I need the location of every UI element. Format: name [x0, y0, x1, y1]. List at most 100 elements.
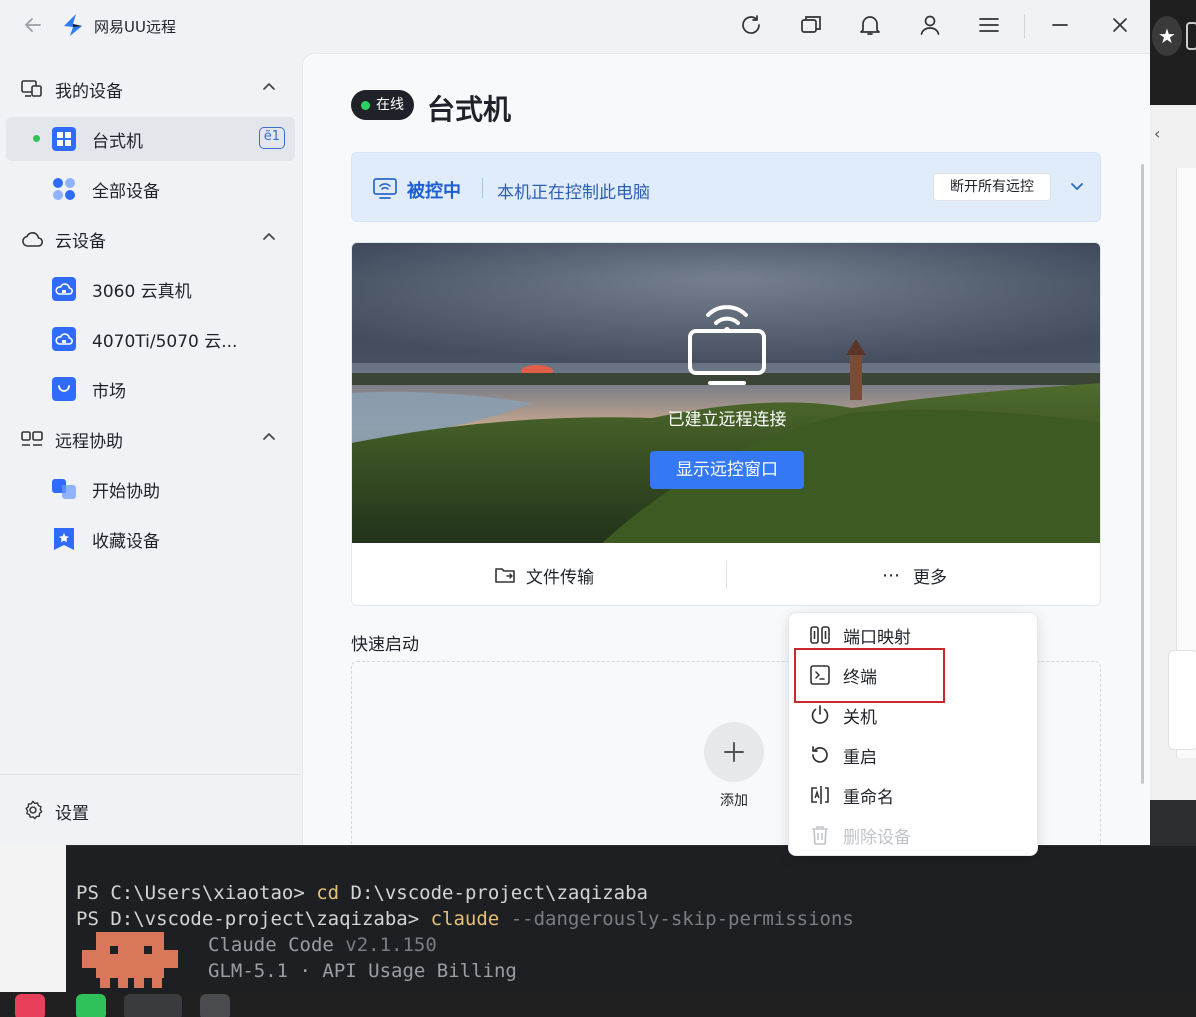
port-mapping-icon	[810, 626, 830, 644]
actions-separator	[726, 561, 727, 589]
sidebar-group-label: 远程协助	[55, 431, 123, 452]
menu-icon[interactable]	[976, 12, 1002, 38]
folder-transfer-icon	[495, 568, 515, 583]
sidebar-item-market[interactable]: 市场	[6, 367, 295, 411]
sidebar-item-label: 市场	[92, 381, 126, 402]
chevron-up-icon[interactable]	[261, 429, 277, 445]
file-transfer-button[interactable]: 文件传输	[494, 543, 594, 605]
browser-extension-icon[interactable]	[1186, 22, 1196, 50]
sidebar-item-label: 全部设备	[92, 181, 160, 202]
bell-icon[interactable]	[857, 12, 883, 38]
gear-icon	[25, 800, 43, 820]
menu-item-rename[interactable]: 重命名	[793, 775, 1035, 815]
more-label: 更多	[913, 567, 947, 588]
sidebar-group-cloud-devices[interactable]: 云设备	[6, 217, 295, 261]
chevron-down-icon[interactable]	[1068, 177, 1086, 195]
sidebar-divider	[0, 774, 300, 775]
show-remote-window-button[interactable]: 显示远控窗口	[650, 451, 804, 489]
remote-connected-icon	[688, 305, 766, 385]
restart-icon	[812, 746, 828, 763]
star-icon[interactable]: ★	[1152, 16, 1182, 56]
refresh-icon[interactable]	[738, 12, 764, 38]
menu-item-label: 重启	[843, 747, 877, 768]
minimize-icon[interactable]	[1047, 12, 1073, 38]
ellipsis-icon: ⋯	[882, 564, 901, 586]
close-icon[interactable]	[1107, 12, 1133, 38]
controlled-banner: 被控中 本机正在控制此电脑 断开所有远控	[351, 152, 1101, 222]
user-icon[interactable]	[917, 12, 943, 38]
terminal-output: PS C:\Users\xiaotao> cd D:\vscode-projec…	[76, 882, 854, 982]
all-devices-icon	[53, 178, 75, 200]
titlebar-separator	[1024, 14, 1025, 38]
sidebar-item-4070ti-cloud[interactable]: 4070Ti/5070 云...	[6, 317, 295, 361]
assist-icon	[52, 479, 76, 499]
sidebar-item-label: 开始协助	[92, 481, 160, 502]
claude-mascot-icon	[82, 932, 178, 988]
background-browser-window: ★ ‹	[1150, 0, 1196, 800]
controlled-title: 被控中	[407, 181, 461, 202]
sidebar-item-desktop[interactable]: 台式机 ẽ1	[6, 117, 295, 161]
uu-remote-taskbar-icon[interactable]	[124, 994, 182, 1017]
sidebar-group-label: 我的设备	[55, 81, 123, 102]
browser-card	[1168, 650, 1196, 750]
remote-preview-card: 已建立远程连接 显示远控窗口 文件传输 ⋯ 更多	[351, 242, 1101, 606]
online-dot	[361, 100, 370, 110]
trash-icon	[812, 826, 828, 845]
wechat-icon[interactable]	[76, 994, 106, 1017]
windows-icon	[52, 127, 76, 151]
status-badge: 在线	[351, 90, 414, 120]
sidebar-item-3060-cloud[interactable]: 3060 云真机	[6, 267, 295, 311]
title-bar: 网易UU远程	[0, 0, 1150, 53]
menu-item-label: 删除设备	[843, 827, 911, 848]
bookmark-star-icon	[54, 528, 74, 550]
chevron-left-icon[interactable]: ‹	[1154, 124, 1160, 143]
connection-status-text: 已建立远程连接	[667, 410, 787, 430]
menu-item-label: 关机	[843, 707, 877, 728]
menu-item-label: 端口映射	[843, 627, 911, 648]
sidebar-item-label: 3060 云真机	[92, 281, 192, 302]
quick-start-label: 快速启动	[351, 635, 419, 655]
disconnect-all-button[interactable]: 断开所有远控	[933, 173, 1051, 201]
settings-label: 设置	[55, 803, 89, 824]
sidebar-item-favorites[interactable]: 收藏设备	[6, 517, 295, 561]
menu-item-restart[interactable]: 重启	[793, 735, 1035, 775]
chevron-up-icon[interactable]	[261, 229, 277, 245]
menu-item-label: 重命名	[843, 787, 894, 808]
file-transfer-label: 文件传输	[526, 567, 594, 588]
page-title: 台式机	[427, 93, 512, 126]
uu-logo-icon	[64, 14, 82, 36]
remote-assist-icon	[21, 431, 43, 446]
status-text: 在线	[376, 97, 404, 113]
main-scrollbar[interactable]	[1141, 164, 1144, 784]
sidebar-group-my-devices[interactable]: 我的设备	[6, 67, 295, 111]
more-button[interactable]: ⋯ 更多	[882, 543, 947, 605]
multi-window-icon[interactable]	[798, 12, 824, 38]
terminal-highlight-box	[794, 648, 945, 703]
back-arrow-icon[interactable]	[20, 12, 46, 38]
taskbar-app-icon[interactable]	[15, 994, 45, 1017]
sidebar-item-label: 台式机	[92, 131, 143, 152]
add-label: 添加	[720, 793, 748, 809]
sidebar-item-all-devices[interactable]: 全部设备	[6, 167, 295, 211]
landscape-wallpaper	[352, 243, 1100, 543]
rename-icon	[811, 786, 829, 804]
add-quick-start-button[interactable]	[704, 722, 764, 782]
settings-button[interactable]: 设置	[6, 789, 295, 833]
chevron-up-icon[interactable]	[261, 79, 277, 95]
controlled-message: 本机正在控制此电脑	[497, 183, 650, 203]
menu-item-delete-device: 删除设备	[793, 815, 1035, 855]
power-icon	[811, 705, 829, 724]
session-count-badge: ẽ1	[258, 127, 285, 149]
sidebar-item-label: 4070Ti/5070 云...	[92, 331, 238, 352]
online-dot	[33, 135, 40, 142]
sidebar: 我的设备 台式机 ẽ1 全部设备 云设备 3060 云真机 4070Ti/507…	[0, 53, 300, 845]
sidebar-item-label: 收藏设备	[92, 531, 160, 552]
preview-actions: 文件传输 ⋯ 更多	[352, 543, 1100, 605]
terminal-taskbar-icon[interactable]	[200, 994, 230, 1017]
app-title: 网易UU远程	[94, 18, 176, 36]
sidebar-group-remote-assist[interactable]: 远程协助	[6, 417, 295, 461]
cloud-pc-icon	[52, 327, 76, 351]
shopping-bag-icon	[52, 377, 76, 401]
desktop-strip	[0, 845, 66, 995]
sidebar-item-start-assist[interactable]: 开始协助	[6, 467, 295, 511]
